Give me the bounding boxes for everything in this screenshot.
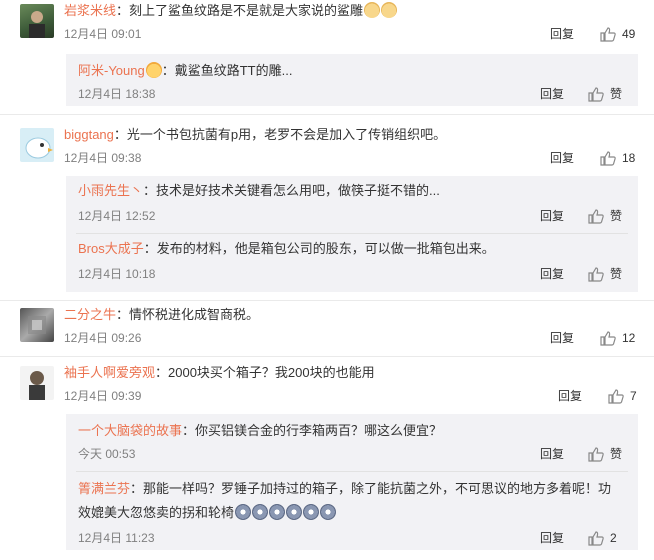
- like-count: 12: [622, 331, 636, 345]
- reply-divider: [76, 233, 628, 234]
- comment-time: 12月4日 09:26: [64, 331, 142, 345]
- shock-emoji-icon: [252, 504, 269, 520]
- thumbs-up-icon: [588, 86, 604, 102]
- reply-username[interactable]: 箐满兰芬: [78, 481, 130, 496]
- reply-button[interactable]: 回复: [540, 446, 564, 462]
- comment-body: biggtang：光一个书包抗菌有p用，老罗不会是加入了传销组织吧。: [64, 126, 446, 144]
- like-button[interactable]: 18: [600, 150, 635, 166]
- shock-emoji-icon: [303, 504, 320, 520]
- reply-username[interactable]: 阿米-Young: [78, 63, 145, 78]
- like-button[interactable]: 12: [600, 330, 635, 346]
- avatar[interactable]: [20, 4, 54, 38]
- like-button[interactable]: 7: [608, 388, 637, 404]
- comment-time: 12月4日 09:38: [64, 151, 142, 165]
- reply-text: ：你买铝镁合金的行李箱两百？哪这么便宜？: [182, 423, 443, 438]
- comment-time: 12月4日 09:01: [64, 27, 142, 41]
- avatar-image: [29, 371, 45, 400]
- doge-emoji-icon: [364, 2, 381, 18]
- reply-text: ：那能一样吗？罗锤子加持过的箱子，除了能抗菌之外，不可思议的地方多着呢！功: [130, 481, 612, 496]
- comment-username[interactable]: biggtang: [64, 127, 114, 142]
- reply-username[interactable]: Bros大成子: [78, 241, 144, 256]
- reply-body-continued: 效媲美大忽悠卖的拐和轮椅: [78, 504, 337, 522]
- reply-body: 小雨先生丶：技术是好技术关键看怎么用吧，做筷子挺不错的...: [78, 182, 440, 200]
- thumbs-up-icon: [588, 530, 604, 546]
- reply-time: 今天 00:53: [78, 447, 136, 461]
- like-count: 49: [622, 27, 636, 41]
- avatar[interactable]: [20, 128, 54, 162]
- reply-body: 箐满兰芬：那能一样吗？罗锤子加持过的箱子，除了能抗菌之外，不可思议的地方多着呢！…: [78, 480, 611, 498]
- reply-username[interactable]: 小雨先生丶: [78, 183, 143, 198]
- divider: [0, 300, 654, 301]
- comment-body: 岩浆米线：刻上了鲨鱼纹路是不是就是大家说的鲨雕: [64, 2, 398, 20]
- heart-eyes-emoji-icon: [145, 62, 162, 78]
- thumbs-up-icon: [588, 446, 604, 462]
- like-button[interactable]: 赞: [588, 208, 622, 224]
- reply-button[interactable]: 回复: [550, 26, 574, 42]
- reply-body: 阿米-Young ：戴鲨鱼纹路TT的雕...: [78, 62, 292, 80]
- reply-button[interactable]: 回复: [558, 388, 582, 404]
- reply-text: ：技术是好技术关键看怎么用吧，做筷子挺不错的...: [143, 183, 440, 198]
- reply-time: 12月4日 18:38: [78, 87, 156, 101]
- like-button[interactable]: 2: [588, 530, 617, 546]
- like-button[interactable]: 49: [600, 26, 635, 42]
- comment-time: 12月4日 09:39: [64, 389, 142, 403]
- avatar-image: [28, 316, 46, 334]
- avatar[interactable]: [20, 366, 54, 400]
- reply-text: ：发布的材料，他是箱包公司的股东，可以做一批箱包出来。: [143, 241, 495, 256]
- comment-text: ：光一个书包抗菌有p用，老罗不会是加入了传销组织吧。: [113, 127, 447, 142]
- thumbs-up-icon: [600, 26, 616, 42]
- reply-button[interactable]: 回复: [540, 86, 564, 102]
- reply-box: 小雨先生丶：技术是好技术关键看怎么用吧，做筷子挺不错的... 12月4日 12:…: [66, 176, 638, 292]
- like-count: 7: [630, 389, 637, 403]
- comment-text: ：2000块买个箱子？我200块的也能用: [155, 365, 375, 380]
- like-button[interactable]: 赞: [588, 446, 622, 462]
- reply-box: 阿米-Young ：戴鲨鱼纹路TT的雕... 12月4日 18:38 回复 赞: [66, 54, 638, 106]
- reply-time: 12月4日 10:18: [78, 267, 156, 281]
- like-button[interactable]: 赞: [588, 86, 622, 102]
- comment-username[interactable]: 岩浆米线: [64, 3, 116, 18]
- shock-emoji-icon: [320, 504, 337, 520]
- reply-button[interactable]: 回复: [540, 208, 564, 224]
- reply-button[interactable]: 回复: [540, 266, 564, 282]
- like-count: 18: [622, 151, 636, 165]
- thumbs-up-icon: [600, 330, 616, 346]
- doge-emoji-icon: [381, 2, 398, 18]
- thumbs-up-icon: [600, 150, 616, 166]
- avatar-image: [25, 137, 53, 159]
- reply-body: 一个大脑袋的故事：你买铝镁合金的行李箱两百？哪这么便宜？: [78, 422, 442, 440]
- reply-time: 12月4日 11:23: [78, 531, 155, 545]
- comment-text: ：刻上了鲨鱼纹路是不是就是大家说的鲨雕: [116, 3, 364, 18]
- thumbs-up-icon: [588, 266, 604, 282]
- shock-emoji-icon: [286, 504, 303, 520]
- reply-time: 12月4日 12:52: [78, 209, 156, 223]
- avatar-image: [29, 11, 45, 38]
- comment-body: 二分之牛：情怀税进化成智商税。: [64, 306, 259, 324]
- shock-emoji-icon: [235, 504, 252, 520]
- reply-divider: [76, 471, 628, 472]
- divider: [0, 114, 654, 115]
- reply-box: 一个大脑袋的故事：你买铝镁合金的行李箱两百？哪这么便宜？ 今天 00:53 回复…: [66, 414, 638, 550]
- avatar[interactable]: [20, 308, 54, 342]
- like-button[interactable]: 赞: [588, 266, 622, 282]
- reply-button[interactable]: 回复: [550, 330, 574, 346]
- comment-text: ：情怀税进化成智商税。: [116, 307, 260, 322]
- thumbs-up-icon: [588, 208, 604, 224]
- divider: [0, 356, 654, 357]
- reply-button[interactable]: 回复: [550, 150, 574, 166]
- reply-text: ：戴鲨鱼纹路TT的雕...: [161, 63, 293, 78]
- shock-emoji-icon: [269, 504, 286, 520]
- comment-username[interactable]: 袖手人啊爱旁观: [64, 365, 155, 380]
- reply-text: 效媲美大忽悠卖的拐和轮椅: [78, 505, 235, 520]
- comment-username[interactable]: 二分之牛: [64, 307, 116, 322]
- reply-button[interactable]: 回复: [540, 530, 564, 546]
- reply-body: Bros大成子：发布的材料，他是箱包公司的股东，可以做一批箱包出来。: [78, 240, 495, 258]
- reply-username[interactable]: 一个大脑袋的故事: [78, 423, 182, 438]
- thumbs-up-icon: [608, 388, 624, 404]
- comment-body: 袖手人啊爱旁观：2000块买个箱子？我200块的也能用: [64, 364, 375, 382]
